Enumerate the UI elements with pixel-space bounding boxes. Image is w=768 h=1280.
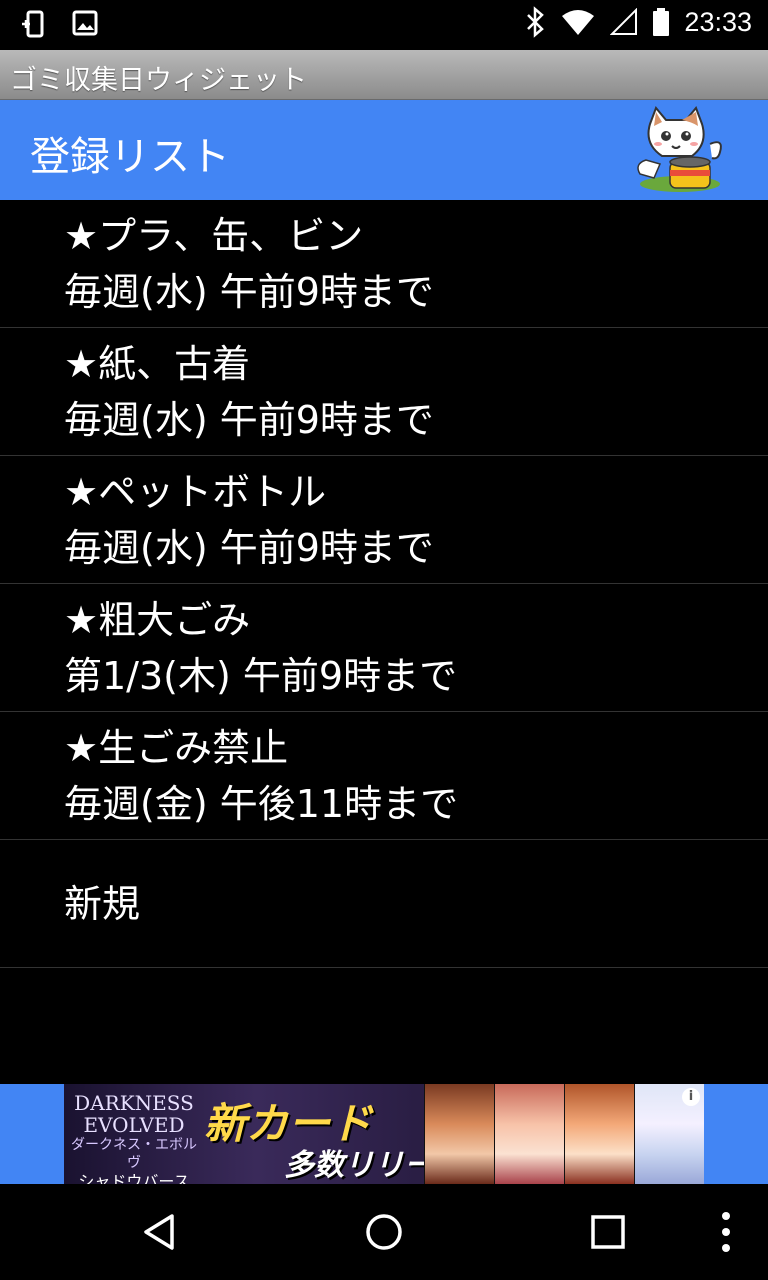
page-title: 登録リスト [30, 134, 230, 180]
list-item[interactable]: ★紙、古着 毎週(水) 午前9時まで [0, 328, 768, 456]
status-bar: 23:33 [0, 0, 768, 50]
recents-icon[interactable] [584, 1208, 632, 1256]
navigation-bar [0, 1184, 768, 1280]
status-time: 23:33 [684, 6, 752, 37]
image-icon [72, 10, 98, 36]
item-name: ★粗大ごみ [64, 597, 251, 642]
list-item[interactable]: ★プラ、缶、ビン 毎週(水) 午前9時まで [0, 200, 768, 328]
list-item[interactable]: ★粗大ごみ 第1/3(木) 午前9時まで [0, 584, 768, 712]
signal-icon [610, 8, 638, 35]
item-schedule: 毎週(水) 午前9時まで [64, 397, 434, 442]
ad-logo: DARKNESS EVOLVED ダークネス・エボルヴ シャドウバース [70, 1092, 198, 1184]
item-schedule: 第1/3(木) 午前9時まで [64, 653, 458, 698]
item-name: ★ペットボトル [64, 469, 327, 514]
bluetooth-icon [527, 6, 545, 38]
ad-character-art [424, 1084, 704, 1184]
list-item[interactable]: ★生ごみ禁止 毎週(金) 午後11時まで [0, 712, 768, 840]
new-item-label: 新規 [64, 881, 141, 926]
ad-banner[interactable]: DARKNESS EVOLVED ダークネス・エボルヴ シャドウバース 新カード… [64, 1084, 704, 1184]
battery-icon [653, 8, 670, 36]
new-item-button[interactable]: 新規 [0, 840, 768, 968]
item-schedule: 毎週(金) 午後11時まで [64, 781, 459, 826]
ad-brand-line4: シャドウバース [78, 1172, 190, 1184]
ad-brand-line2: EVOLVED [83, 1113, 185, 1137]
ad-band: DARKNESS EVOLVED ダークネス・エボルヴ シャドウバース 新カード… [0, 1084, 768, 1184]
item-schedule: 毎週(水) 午前9時まで [64, 269, 434, 314]
ad-brand-line3: ダークネス・エボルヴ [71, 1137, 197, 1171]
item-schedule: 毎週(水) 午前9時まで [64, 525, 434, 570]
item-name: ★生ごみ禁止 [64, 725, 289, 770]
menu-icon[interactable] [706, 1208, 746, 1256]
ad-info-icon[interactable]: i [682, 1088, 700, 1106]
window-title-bar: ゴミ収集日ウィジェット [0, 50, 768, 100]
item-name: ★プラ、缶、ビン [64, 213, 364, 258]
phone-lock-icon [22, 10, 44, 38]
app-header: 登録リスト [0, 100, 768, 200]
home-icon[interactable] [360, 1208, 408, 1256]
ad-brand-line1: DARKNESS [74, 1091, 194, 1115]
registered-list: ★プラ、缶、ビン 毎週(水) 午前9時まで ★紙、古着 毎週(水) 午前9時まで… [0, 200, 768, 968]
list-item[interactable]: ★ペットボトル 毎週(水) 午前9時まで [0, 456, 768, 584]
item-name: ★紙、古着 [64, 341, 251, 386]
cat-mascot-icon [637, 106, 722, 192]
window-title: ゴミ収集日ウィジェット [10, 65, 307, 96]
back-icon[interactable] [136, 1208, 184, 1256]
wifi-icon [562, 10, 595, 35]
